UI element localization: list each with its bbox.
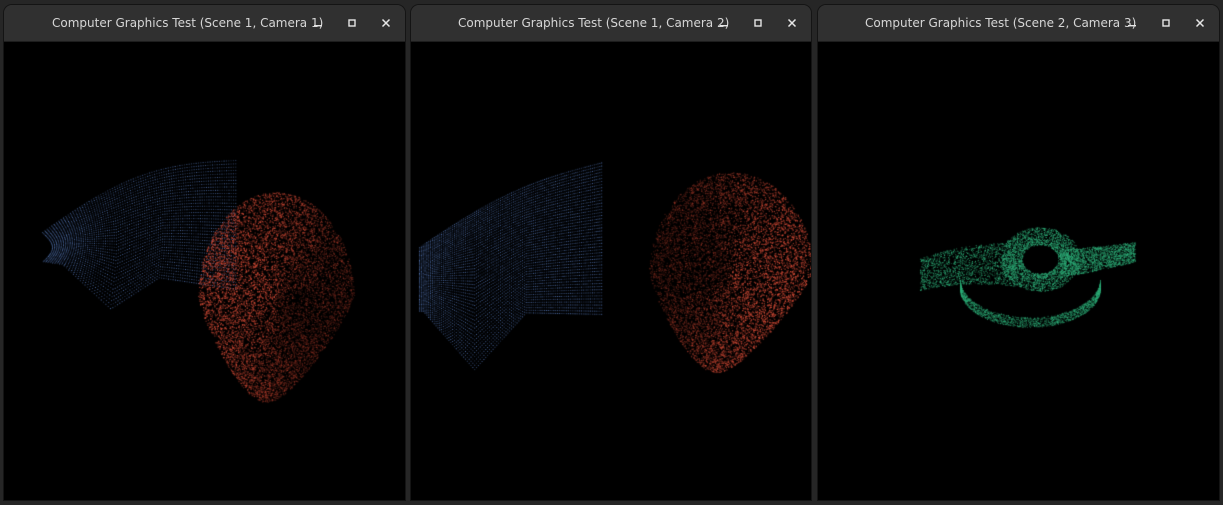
title-bar[interactable]: Computer Graphics Test (Scene 1, Camera … bbox=[4, 5, 405, 42]
window-title: Computer Graphics Test (Scene 2, Camera … bbox=[865, 16, 1137, 30]
minimize-icon[interactable] bbox=[310, 15, 326, 31]
window-scene1-camera2[interactable]: Computer Graphics Test (Scene 1, Camera … bbox=[411, 5, 811, 500]
close-icon[interactable] bbox=[1192, 15, 1208, 31]
window-scene1-camera1[interactable]: Computer Graphics Test (Scene 1, Camera … bbox=[4, 5, 405, 500]
render-viewport[interactable] bbox=[4, 42, 405, 500]
minimize-icon[interactable] bbox=[1124, 15, 1140, 31]
point-cloud-canvas[interactable] bbox=[818, 42, 1219, 500]
desktop: Computer Graphics Test (Scene 1, Camera … bbox=[0, 0, 1223, 505]
minimize-icon[interactable] bbox=[716, 15, 732, 31]
point-cloud-canvas[interactable] bbox=[4, 42, 405, 500]
render-viewport[interactable] bbox=[411, 42, 811, 500]
maximize-icon[interactable] bbox=[750, 15, 766, 31]
maximize-icon[interactable] bbox=[1158, 15, 1174, 31]
maximize-icon[interactable] bbox=[344, 15, 360, 31]
close-icon[interactable] bbox=[378, 15, 394, 31]
point-cloud-canvas[interactable] bbox=[411, 42, 811, 500]
close-icon[interactable] bbox=[784, 15, 800, 31]
window-scene2-camera3[interactable]: Computer Graphics Test (Scene 2, Camera … bbox=[818, 5, 1219, 500]
title-bar[interactable]: Computer Graphics Test (Scene 2, Camera … bbox=[818, 5, 1219, 42]
window-title: Computer Graphics Test (Scene 1, Camera … bbox=[458, 16, 730, 30]
render-viewport[interactable] bbox=[818, 42, 1219, 500]
title-bar[interactable]: Computer Graphics Test (Scene 1, Camera … bbox=[411, 5, 811, 42]
window-title: Computer Graphics Test (Scene 1, Camera … bbox=[52, 16, 324, 30]
